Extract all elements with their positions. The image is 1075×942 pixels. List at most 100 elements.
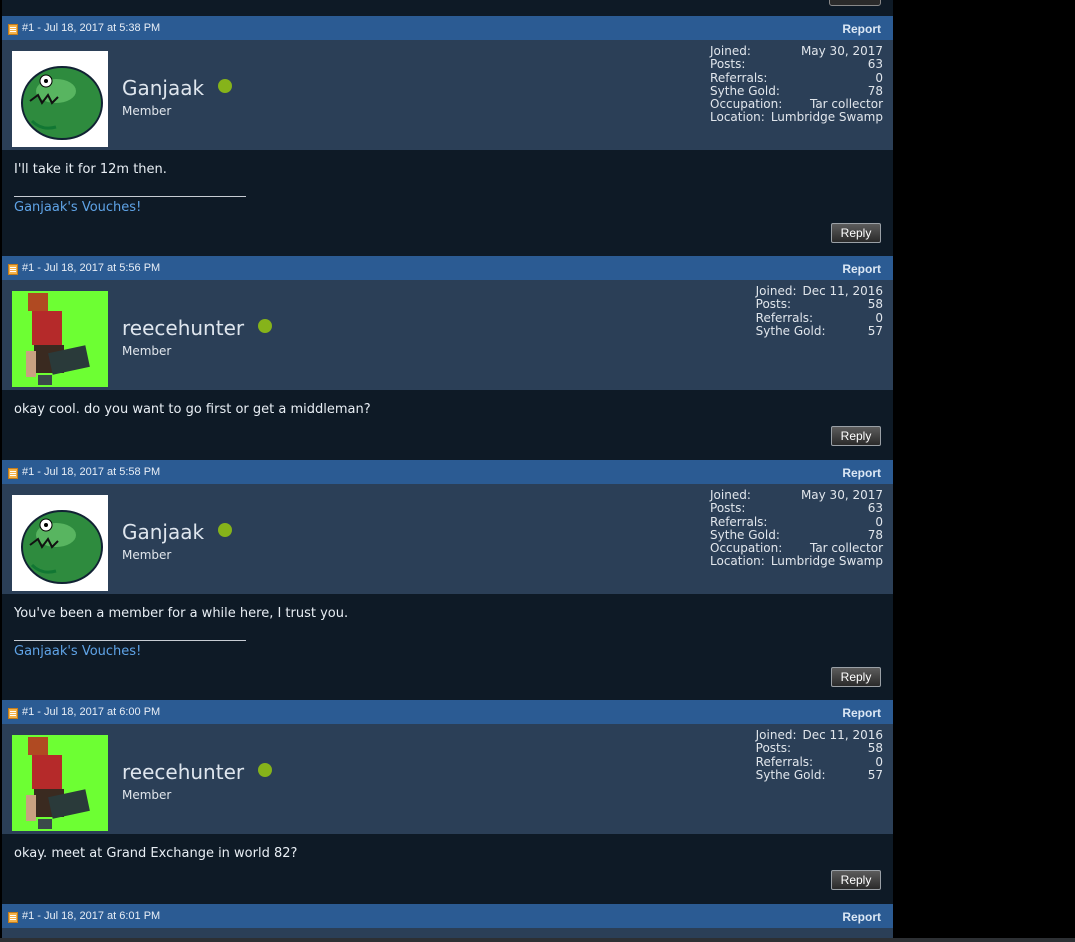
stat-value: 63 xyxy=(867,57,883,72)
post-list: #1 - Jul 18, 2017 at 5:38 PM Report Ganjaa… xyxy=(2,16,893,904)
user-stats: Joined: May 30, 2017 Posts: 63 Referrals: 0 Sy… xyxy=(710,44,883,125)
stat-value: May 30, 2017 xyxy=(800,488,883,502)
post-document-icon xyxy=(8,24,18,35)
stat-row: Occupation: Tar collector xyxy=(710,97,883,112)
stat-label: Occupation: xyxy=(710,97,783,112)
stat-label: Joined: xyxy=(755,284,797,298)
post-header: #1 - Jul 18, 2017 at 5:58 PM Report xyxy=(2,460,893,484)
user-stats: Joined: May 30, 2017 Posts: 63 Referrals: 0 Sy… xyxy=(710,488,883,569)
stat-value: Dec 11, 2016 xyxy=(802,284,883,298)
stat-value: Tar collector xyxy=(809,541,883,556)
reply-button[interactable]: Reply xyxy=(831,223,881,243)
stat-value: 78 xyxy=(867,83,883,98)
stat-label: Location: xyxy=(710,110,765,125)
post-meta[interactable]: #1 - Jul 18, 2017 at 6:01 PM xyxy=(22,910,160,922)
stat-value: 0 xyxy=(875,70,883,85)
reply-button[interactable]: Reply xyxy=(831,870,881,890)
stat-value: 57 xyxy=(867,767,883,782)
stat-row: Posts: 58 xyxy=(755,741,883,756)
post-document-icon xyxy=(8,708,18,719)
stat-label: Sythe Gold: xyxy=(755,767,826,782)
horizontal-scrollbar[interactable] xyxy=(0,938,1075,942)
user-title: Member xyxy=(122,344,172,358)
report-link[interactable]: Report xyxy=(842,22,881,36)
stat-row: Sythe Gold: 57 xyxy=(755,323,883,338)
post: #1 - Jul 18, 2017 at 5:58 PM Report Ganjaa… xyxy=(2,460,893,700)
report-link[interactable]: Report xyxy=(842,466,881,480)
user-title: Member xyxy=(122,104,172,118)
user-info: reecehunter Member Joined: Dec 11, 2016 Post… xyxy=(2,724,893,834)
stat-label: Sythe Gold: xyxy=(755,323,826,338)
stat-label: Posts: xyxy=(710,501,746,516)
username[interactable]: reecehunter xyxy=(122,316,273,340)
post: #1 - Jul 18, 2017 at 5:38 PM Report Ganjaa… xyxy=(2,16,893,256)
stat-label: Joined: xyxy=(710,44,751,58)
post: #1 - Jul 18, 2017 at 5:56 PM Report reeceh… xyxy=(2,256,893,460)
post-meta[interactable]: #1 - Jul 18, 2017 at 5:56 PM xyxy=(22,262,160,274)
user-title: Member xyxy=(122,788,172,802)
stat-value: 58 xyxy=(867,297,883,312)
reply-button[interactable]: Reply xyxy=(831,667,881,687)
signature-divider xyxy=(14,640,246,641)
username[interactable]: Ganjaak xyxy=(122,520,233,544)
stat-row: Joined: Dec 11, 2016 xyxy=(756,728,883,742)
stat-value: 0 xyxy=(875,754,883,769)
signature-divider xyxy=(14,196,246,197)
username-text[interactable]: Ganjaak xyxy=(122,520,204,544)
reply-button[interactable]: Reply xyxy=(831,426,881,446)
green-ghoul-avatar[interactable] xyxy=(12,495,108,591)
stat-label: Sythe Gold: xyxy=(710,527,780,542)
runescape-character-avatar[interactable] xyxy=(12,735,108,831)
stat-row: Sythe Gold: 57 xyxy=(755,767,883,782)
username-text[interactable]: reecehunter xyxy=(122,316,244,340)
user-info: Ganjaak Member Joined: May 30, 2017 Posts: 63… xyxy=(2,484,893,594)
stat-row: Posts: 58 xyxy=(756,297,883,312)
stat-value: 78 xyxy=(867,527,883,542)
stat-value: 0 xyxy=(875,310,883,325)
vouches-link[interactable]: Ganjaak's Vouches! xyxy=(14,644,141,659)
stat-row: Referrals: 0 xyxy=(710,70,883,85)
post-header: #1 - Jul 18, 2017 at 5:56 PM Report xyxy=(2,256,893,280)
online-status-icon xyxy=(258,763,273,777)
stat-label: Referrals: xyxy=(755,754,814,769)
stat-row: Location: Lumbridge Swamp xyxy=(710,110,883,125)
post: #1 - Jul 18, 2017 at 6:00 PM Report reeceh… xyxy=(2,700,893,904)
post-meta[interactable]: #1 - Jul 18, 2017 at 6:00 PM xyxy=(22,706,160,718)
green-ghoul-avatar[interactable] xyxy=(12,51,108,147)
stat-row: Posts: 63 xyxy=(710,57,883,72)
report-link[interactable]: Report xyxy=(842,910,881,924)
report-link[interactable]: Report xyxy=(842,706,881,720)
post-document-icon xyxy=(8,264,18,275)
username-text[interactable]: Ganjaak xyxy=(122,76,204,100)
user-info: Ganjaak Member Joined: May 30, 2017 Posts: 63… xyxy=(2,40,893,150)
stat-label: Posts: xyxy=(710,57,746,72)
previous-reply-button[interactable] xyxy=(829,0,881,6)
post-document-icon xyxy=(8,468,18,479)
post-message: okay cool. do you want to go first or ge… xyxy=(14,402,371,417)
stat-value: Lumbridge Swamp xyxy=(770,554,883,569)
post-message: You've been a member for a while here, I… xyxy=(14,606,349,621)
username[interactable]: reecehunter xyxy=(122,760,273,784)
post-message: I'll take it for 12m then. xyxy=(14,162,167,177)
stat-row: Posts: 63 xyxy=(710,501,883,516)
stat-row: Joined: May 30, 2017 xyxy=(710,44,883,58)
stat-value: 58 xyxy=(867,741,883,756)
user-info: reecehunter Member Joined: Dec 11, 2016 Post… xyxy=(2,280,893,390)
stat-row: Sythe Gold: 78 xyxy=(710,527,883,542)
post-meta[interactable]: #1 - Jul 18, 2017 at 5:38 PM xyxy=(22,22,160,34)
username[interactable]: Ganjaak xyxy=(122,76,233,100)
post-meta[interactable]: #1 - Jul 18, 2017 at 5:58 PM xyxy=(22,466,160,478)
stat-value: Dec 11, 2016 xyxy=(802,728,883,742)
stat-value: 0 xyxy=(875,514,883,529)
stat-value: 57 xyxy=(867,323,883,338)
stat-label: Posts: xyxy=(755,741,792,756)
post-message: okay. meet at Grand Exchange in world 82… xyxy=(14,846,298,861)
stat-row: Joined: Dec 11, 2016 xyxy=(755,284,883,298)
report-link[interactable]: Report xyxy=(842,262,881,276)
post-header: #1 - Jul 18, 2017 at 5:38 PM Report xyxy=(2,16,893,40)
stat-row: Referrals: 0 xyxy=(710,514,883,529)
username-text[interactable]: reecehunter xyxy=(122,760,244,784)
vouches-link[interactable]: Ganjaak's Vouches! xyxy=(14,200,141,215)
stat-label: Referrals: xyxy=(710,514,768,529)
runescape-character-avatar[interactable] xyxy=(12,291,108,387)
